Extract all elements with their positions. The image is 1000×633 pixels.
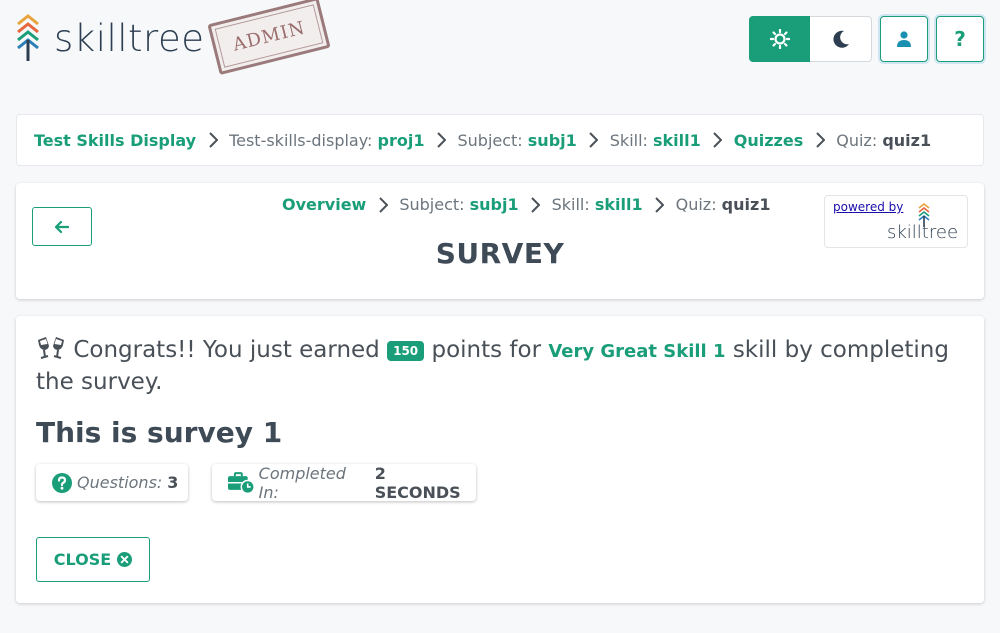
chevron-right-icon [196,132,229,148]
breadcrumb-skill[interactable]: Skill: skill1 [610,131,701,150]
powered-by-link[interactable]: powered by [833,200,903,214]
moon-icon [832,30,849,48]
logo-text: skilltree [54,16,205,60]
breadcrumb-quizzes[interactable]: Quizzes [734,131,803,150]
breadcrumb-subject-label: Subject: [457,130,523,150]
breadcrumb-quiz-label: Quiz: [836,130,878,150]
app-header: skilltree ADMIN ? [0,0,1000,90]
powered-by-badge[interactable]: powered by skilltree [824,195,968,248]
crumb-skill-value: skill1 [594,195,643,214]
glass-cheers-icon [38,337,64,359]
breadcrumb-project-value: proj1 [377,130,425,150]
crumb-quiz-value: quiz1 [721,195,771,214]
crumb-overview-label: Overview [282,195,367,214]
breadcrumb-subject-value: subj1 [527,130,577,150]
light-theme-button[interactable] [749,16,810,62]
completed-value: 2 SECONDS [374,463,461,502]
points-badge: 150 [387,340,425,361]
skilltree-logo[interactable]: skilltree [14,14,204,62]
survey-name: This is survey 1 [36,416,283,449]
sun-icon [769,29,790,49]
times-circle-icon [117,552,133,567]
breadcrumb-root[interactable]: Test Skills Display [34,131,196,150]
breadcrumb-quiz-value: quiz1 [882,130,932,150]
user-icon [897,31,911,47]
congrats-prefix: Congrats!! You just earned [73,337,380,363]
tree-logo-icon [17,14,39,61]
crumb-subject-value: subj1 [469,195,519,214]
breadcrumb-project-label: Test-skills-display: [229,130,373,150]
chevron-right-icon [366,196,399,213]
crumb-overview[interactable]: Overview [282,195,366,214]
crumb-quiz: Quiz: quiz1 [676,195,771,214]
questions-value: 3 [167,473,179,492]
close-button-label: CLOSE [53,550,112,569]
questions-label: Questions: [77,473,163,492]
chevron-right-icon [424,132,457,148]
help-label: ? [954,27,966,51]
breadcrumb-skill-label: Skill: [609,130,648,150]
business-time-icon [228,471,254,494]
breadcrumb-skill-value: skill1 [653,130,701,150]
close-button[interactable]: CLOSE [36,537,150,582]
crumb-skill[interactable]: Skill: skill1 [552,195,643,214]
help-button[interactable]: ? [936,16,984,62]
chevron-right-icon [643,196,676,213]
dark-theme-button[interactable] [810,16,872,62]
user-settings-button[interactable] [880,16,928,62]
crumb-quiz-label: Quiz: [675,195,717,214]
powered-by-logo: skilltree [887,222,959,243]
breadcrumb-root-label: Test Skills Display [34,130,197,150]
arrow-left-icon [55,220,69,233]
breadcrumb: Test Skills Display Test-skills-display:… [16,114,984,166]
crumb-subject[interactable]: Subject: subj1 [399,195,518,214]
survey-result-card: Congrats!! You just earned 150 points fo… [16,316,984,603]
survey-title-card: Overview Subject: subj1 Skill: skill1 Qu… [16,183,984,299]
skills-display-breadcrumb: Overview Subject: subj1 Skill: skill1 Qu… [282,195,770,214]
skill-name-link[interactable]: Very Great Skill 1 [548,341,725,362]
chevron-right-icon [519,196,552,213]
admin-stamp: ADMIN [207,0,331,76]
question-circle-icon [52,472,72,493]
congrats-message: Congrats!! You just earned 150 points fo… [36,334,971,397]
chevron-right-icon [577,132,610,148]
breadcrumb-subject[interactable]: Subject: subj1 [457,131,576,150]
breadcrumb-project[interactable]: Test-skills-display: proj1 [229,131,424,150]
theme-toggle [749,16,872,62]
points-for-text: points for [431,337,542,363]
chevron-right-icon [803,132,836,148]
questions-stat: Questions: 3 [36,464,188,501]
admin-stamp-label: ADMIN [230,16,308,56]
completed-in-stat: Completed In: 2 SECONDS [212,463,476,502]
breadcrumb-quizzes-label: Quizzes [733,130,804,150]
chevron-right-icon [701,132,734,148]
breadcrumb-quiz: Quiz: quiz1 [836,131,931,150]
crumb-skill-label: Skill: [551,195,590,214]
completed-label: Completed In: [258,463,346,502]
crumb-subject-label: Subject: [399,195,465,214]
